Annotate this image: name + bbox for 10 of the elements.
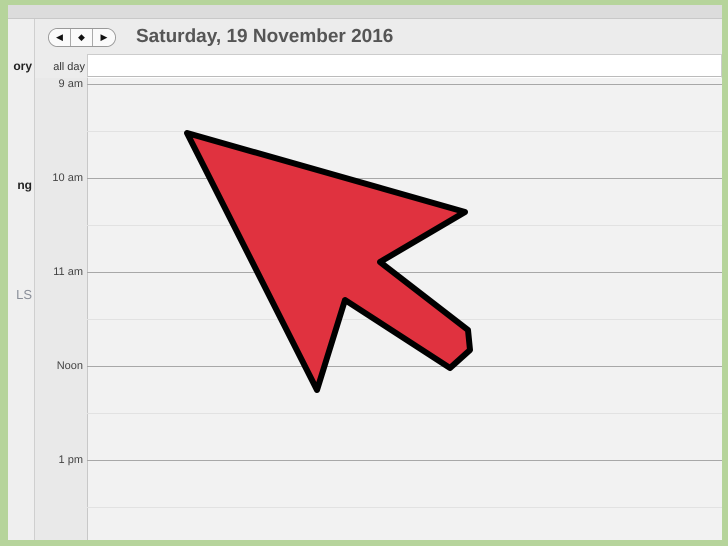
date-title: Saturday, 19 November 2016 [136,26,394,48]
sidebar-item[interactable]: ory [13,59,32,73]
previous-button[interactable]: ◀ [49,28,71,46]
time-label: Noon [56,360,83,372]
all-day-label: all day [52,60,86,72]
time-label: 1 pm [58,454,83,466]
sidebar-item[interactable]: ng [17,178,32,192]
time-label: 10 am [52,172,83,184]
time-label: 11 am [53,266,83,278]
time-label: 9 am [58,78,83,90]
